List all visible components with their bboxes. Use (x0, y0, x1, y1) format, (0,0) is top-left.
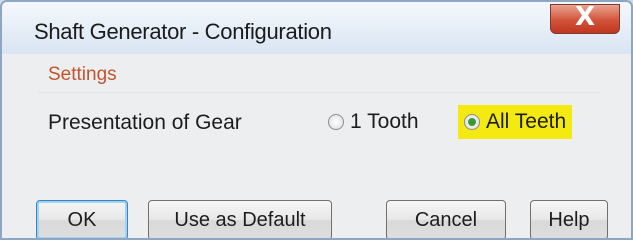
title-bar[interactable]: Shaft Generator - Configuration X (2, 2, 631, 54)
presentation-of-gear-label: Presentation of Gear (48, 111, 242, 134)
help-button[interactable]: Help (530, 200, 608, 238)
window-title: Shaft Generator - Configuration (34, 19, 332, 44)
use-as-default-button[interactable]: Use as Default (148, 200, 332, 238)
cancel-button[interactable]: Cancel (386, 200, 506, 238)
one-tooth-label[interactable]: 1 Tooth (350, 110, 419, 134)
close-button[interactable]: X (550, 2, 620, 34)
dialog-body: Settings Presentation of Gear 1 Tooth Al… (2, 54, 631, 238)
ok-button[interactable]: OK (36, 200, 128, 238)
all-teeth-label[interactable]: All Teeth (486, 110, 566, 134)
settings-divider (38, 92, 600, 93)
one-tooth-radio[interactable]: 1 Tooth (328, 105, 419, 139)
radio-unchecked-icon[interactable] (328, 114, 344, 130)
dialog-window: Shaft Generator - Configuration X Settin… (0, 0, 633, 240)
radio-checked-icon[interactable] (464, 114, 480, 130)
settings-group-label: Settings (48, 64, 117, 85)
all-teeth-radio[interactable]: All Teeth (458, 105, 573, 139)
close-icon: X (574, 2, 596, 32)
